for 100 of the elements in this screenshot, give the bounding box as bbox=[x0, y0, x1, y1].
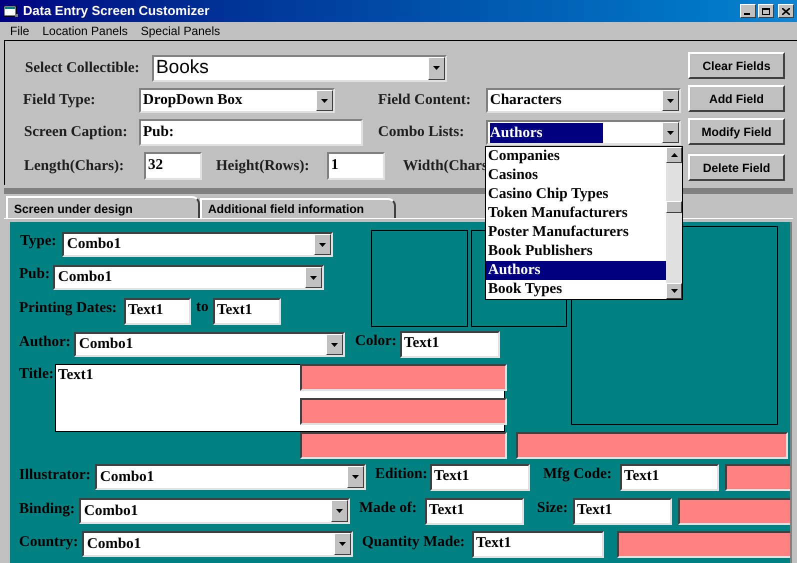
combo-box[interactable]: Combo1 bbox=[79, 498, 350, 524]
dropdown-arrow-button[interactable] bbox=[347, 466, 364, 488]
scroll-thumb[interactable] bbox=[666, 201, 682, 213]
down-arrow-icon bbox=[670, 289, 678, 293]
tab[interactable]: Additional field information bbox=[200, 198, 396, 218]
combo-box[interactable]: Combo1 bbox=[95, 464, 366, 490]
field-label: Size: bbox=[537, 500, 568, 517]
list-option[interactable]: Casinos bbox=[486, 166, 666, 185]
text-field[interactable]: Pub: bbox=[139, 119, 363, 146]
dropdown-field[interactable]: Characters bbox=[486, 88, 681, 113]
window-icon bbox=[3, 4, 19, 18]
dropdown-field[interactable]: Books bbox=[152, 54, 447, 82]
list-option[interactable]: Casino Chip Types bbox=[486, 185, 666, 204]
dropdown-arrow-button[interactable] bbox=[662, 90, 679, 111]
field-label: Length(Chars): bbox=[24, 156, 125, 176]
text-box[interactable]: Text1 bbox=[620, 464, 719, 491]
list-option[interactable]: Book Types bbox=[486, 280, 666, 299]
text-box[interactable]: Text1 bbox=[430, 464, 530, 491]
empty-field[interactable] bbox=[516, 432, 788, 459]
close-icon bbox=[782, 8, 790, 14]
field-label: Select Collectible: bbox=[25, 58, 141, 78]
combo-box[interactable]: Combo1 bbox=[53, 265, 324, 290]
field-label: Type: bbox=[20, 233, 56, 250]
dropdown-arrow-button[interactable] bbox=[316, 90, 333, 111]
dropdown-arrow-button[interactable] bbox=[331, 500, 348, 522]
text-field[interactable]: 32 bbox=[144, 152, 202, 180]
down-arrow-icon bbox=[433, 66, 440, 70]
empty-field[interactable] bbox=[678, 498, 790, 525]
text-box[interactable]: Text1 bbox=[425, 498, 524, 525]
dropdown-arrow-button[interactable] bbox=[334, 533, 351, 555]
maximize-button[interactable] bbox=[758, 4, 774, 18]
list-option[interactable]: Book Publishers bbox=[486, 242, 666, 261]
maximize-icon bbox=[762, 8, 770, 14]
action-button[interactable]: Clear Fields bbox=[688, 52, 785, 79]
combo-box[interactable]: Combo1 bbox=[82, 531, 353, 557]
down-arrow-icon bbox=[339, 542, 346, 546]
empty-field[interactable] bbox=[725, 464, 790, 491]
dropdown-arrow-button[interactable] bbox=[662, 122, 679, 143]
text-box[interactable]: Text1 bbox=[400, 331, 500, 358]
text-box[interactable]: Text1 bbox=[472, 531, 604, 558]
field-label: Made of: bbox=[359, 500, 417, 517]
field-label: Height(Rows): bbox=[216, 156, 310, 176]
scrollbar[interactable] bbox=[666, 147, 682, 299]
minimize-button[interactable] bbox=[740, 4, 756, 18]
menu-item[interactable]: Special Panels bbox=[140, 22, 220, 40]
field-label: Binding: bbox=[19, 501, 75, 518]
text-box[interactable]: Text1 bbox=[124, 298, 191, 325]
empty-field[interactable] bbox=[300, 398, 507, 425]
up-arrow-icon bbox=[670, 153, 678, 157]
field-label: Illustrator: bbox=[19, 467, 91, 484]
field-label: Edition: bbox=[375, 466, 428, 483]
field-label: Title: bbox=[19, 366, 54, 383]
down-arrow-icon bbox=[319, 242, 326, 246]
list-option[interactable]: Authors bbox=[486, 261, 666, 280]
dropdown-field[interactable]: Authors bbox=[486, 120, 681, 145]
combo-box[interactable]: Combo1 bbox=[62, 232, 333, 257]
field-label: Color: bbox=[355, 333, 397, 350]
field-label: Printing Dates: bbox=[19, 300, 117, 317]
field-label: Quantity Made: bbox=[362, 534, 465, 551]
tab[interactable]: Screen under design bbox=[6, 196, 200, 218]
field-label: Mfg Code: bbox=[543, 466, 612, 483]
text-field[interactable]: 1 bbox=[327, 152, 385, 180]
field-label: Country: bbox=[19, 534, 78, 551]
down-arrow-icon bbox=[331, 342, 338, 346]
empty-field[interactable] bbox=[300, 432, 507, 459]
field-label: Field Type: bbox=[23, 91, 96, 110]
window-title: Data Entry Screen Customizer bbox=[23, 2, 210, 20]
down-arrow-icon bbox=[667, 130, 674, 134]
dropdown-arrow-button[interactable] bbox=[666, 283, 682, 299]
dropdown-arrow-button[interactable] bbox=[428, 56, 445, 80]
field-label: to bbox=[196, 299, 208, 316]
dropdown-field[interactable]: DropDown Box bbox=[139, 88, 335, 113]
field-label: Combo Lists: bbox=[378, 123, 466, 142]
action-button[interactable]: Modify Field bbox=[688, 118, 785, 145]
down-arrow-icon bbox=[336, 509, 343, 513]
field-label: Screen Caption: bbox=[24, 123, 128, 142]
action-button[interactable]: Delete Field bbox=[688, 154, 785, 181]
down-arrow-icon bbox=[352, 475, 359, 479]
dropdown-arrow-button[interactable] bbox=[305, 267, 322, 288]
action-button[interactable]: Add Field bbox=[688, 85, 785, 112]
menu-item[interactable]: File bbox=[10, 22, 30, 40]
scroll-up-button[interactable] bbox=[666, 147, 682, 163]
combo-box[interactable]: Combo1 bbox=[74, 332, 345, 357]
list-option[interactable]: Companies bbox=[486, 147, 666, 166]
menu-item[interactable]: Location Panels bbox=[42, 22, 128, 40]
field-label: Field Content: bbox=[378, 91, 472, 110]
list-option[interactable]: Token Manufacturers bbox=[486, 204, 666, 223]
text-box[interactable]: Text1 bbox=[213, 298, 281, 325]
dropdown-arrow-button[interactable] bbox=[314, 234, 331, 255]
list-option[interactable]: Poster Manufacturers bbox=[486, 223, 666, 242]
text-box[interactable]: Text1 bbox=[573, 498, 672, 525]
empty-field[interactable] bbox=[300, 364, 507, 391]
empty-field[interactable] bbox=[617, 531, 790, 558]
down-arrow-icon bbox=[321, 98, 328, 102]
dropdown-arrow-button[interactable] bbox=[326, 334, 343, 355]
field-label: Author: bbox=[19, 334, 71, 351]
field-label: Pub: bbox=[19, 266, 50, 283]
down-arrow-icon bbox=[667, 98, 674, 102]
close-button[interactable] bbox=[778, 4, 794, 18]
down-arrow-icon bbox=[310, 276, 317, 280]
